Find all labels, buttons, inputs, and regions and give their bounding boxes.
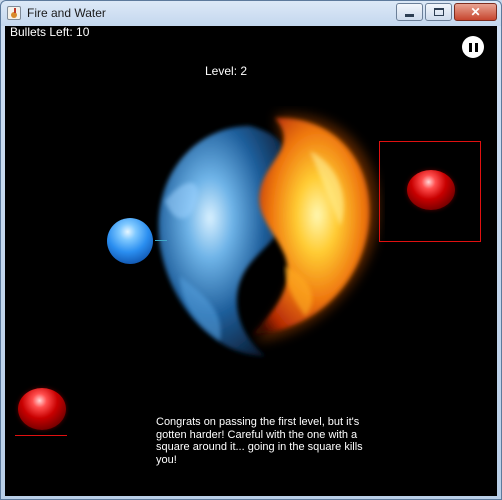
java-app-icon <box>7 6 21 20</box>
minimize-button[interactable] <box>396 3 423 21</box>
app-window: Fire and Water ✕ Bullets Left: 10 Level:… <box>0 0 502 500</box>
bullets-left-counter: Bullets Left: 10 <box>10 26 90 39</box>
red-ball-enemy-in-square <box>407 170 455 210</box>
minimize-icon <box>405 13 414 17</box>
player-base-line <box>15 435 67 436</box>
blue-ball <box>107 218 153 264</box>
pause-button[interactable] <box>462 36 484 58</box>
window-title: Fire and Water <box>27 6 106 20</box>
title-bar[interactable]: Fire and Water ✕ <box>1 1 501 26</box>
aim-line <box>155 240 167 241</box>
maximize-icon <box>433 8 444 16</box>
maximize-button[interactable] <box>425 3 452 21</box>
close-button[interactable]: ✕ <box>454 3 497 21</box>
pause-icon <box>468 42 472 52</box>
player-red-ball[interactable] <box>18 388 66 430</box>
level-message: Congrats on passing the first level, but… <box>156 416 363 466</box>
fire-water-yin-yang-art <box>158 115 379 356</box>
game-canvas[interactable]: Bullets Left: 10 Level: 2 Congrats on pa… <box>5 26 497 496</box>
level-indicator: Level: 2 <box>205 64 248 78</box>
close-icon: ✕ <box>470 5 481 19</box>
window-controls: ✕ <box>396 3 497 21</box>
